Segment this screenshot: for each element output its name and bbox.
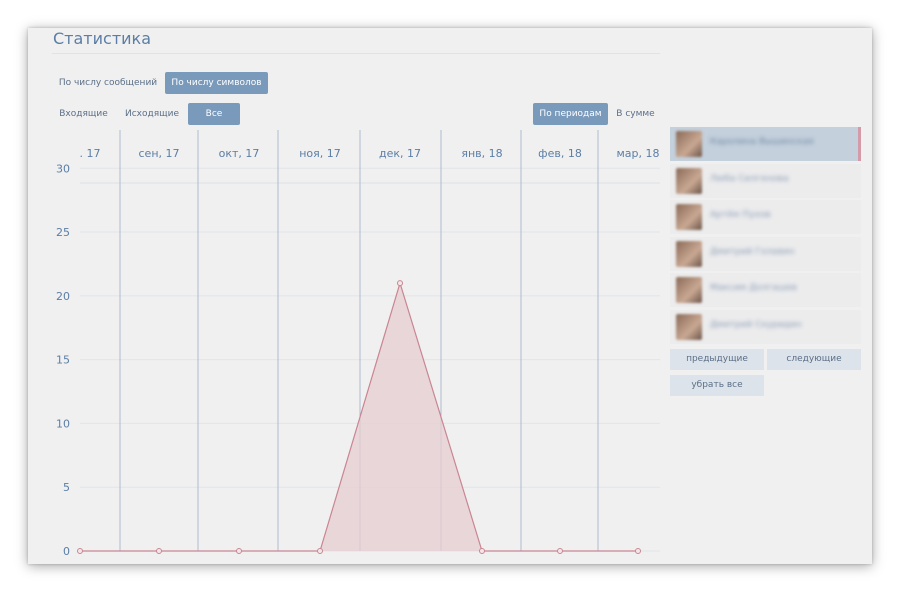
avatar [676,313,702,340]
data-point [77,548,83,554]
clear-all-button[interactable]: убрать все [670,375,764,396]
x-tick-label: . 17 [80,147,101,160]
data-point [317,548,323,554]
y-tick-label: 25 [56,226,70,239]
avatar [676,204,702,231]
avatar [676,277,702,304]
data-point [635,548,641,554]
avatar [676,240,702,267]
x-tick-label: окт, 17 [219,147,260,160]
y-tick-label: 15 [56,354,70,367]
friend-name: Каролина Вышинская [710,137,814,147]
friend-name: Люба Силгенова [710,173,789,184]
friend-item[interactable]: Дмитрий Голавин [670,236,861,271]
next-button[interactable]: следующие [767,349,861,370]
series-area [80,283,638,551]
friend-name: Дмитрий Голавин [710,246,795,257]
data-point [397,280,403,287]
friend-item[interactable]: Люба Силгенова [670,163,861,198]
y-tick-label: 30 [56,162,70,175]
avatar [676,131,702,157]
y-tick-label: 20 [56,290,70,303]
friend-item[interactable]: Артём Пухов [670,200,861,235]
avatar [676,167,702,194]
data-point [557,548,563,554]
friend-item[interactable]: Дмитрий Скуридин [670,309,861,344]
x-tick-label: мар, 18 [616,147,659,160]
y-tick-label: 10 [56,417,70,430]
x-tick-label: янв, 18 [461,147,502,160]
stats-window: Статистика По числу сообщений По числу с… [28,28,872,564]
x-tick-label: ноя, 17 [299,147,341,160]
y-tick-label: 5 [63,481,70,494]
x-tick-label: сен, 17 [139,147,180,160]
friend-item[interactable]: Максим Долгашев [670,273,861,308]
friend-item[interactable]: Каролина Вышинская [670,127,861,161]
data-point [236,548,242,554]
friend-name: Артём Пухов [710,210,771,221]
data-point [156,548,162,554]
friend-name: Максим Долгашев [710,283,797,294]
prev-button[interactable]: предыдущие [670,349,764,370]
data-point [479,548,485,554]
x-tick-label: фев, 18 [538,147,582,160]
y-tick-label: 0 [63,545,70,558]
friend-name: Дмитрий Скуридин [710,319,802,330]
x-tick-label: дек, 17 [379,147,421,160]
friends-list: Каролина Вышинская Люба Силгенова Артём … [670,127,861,347]
